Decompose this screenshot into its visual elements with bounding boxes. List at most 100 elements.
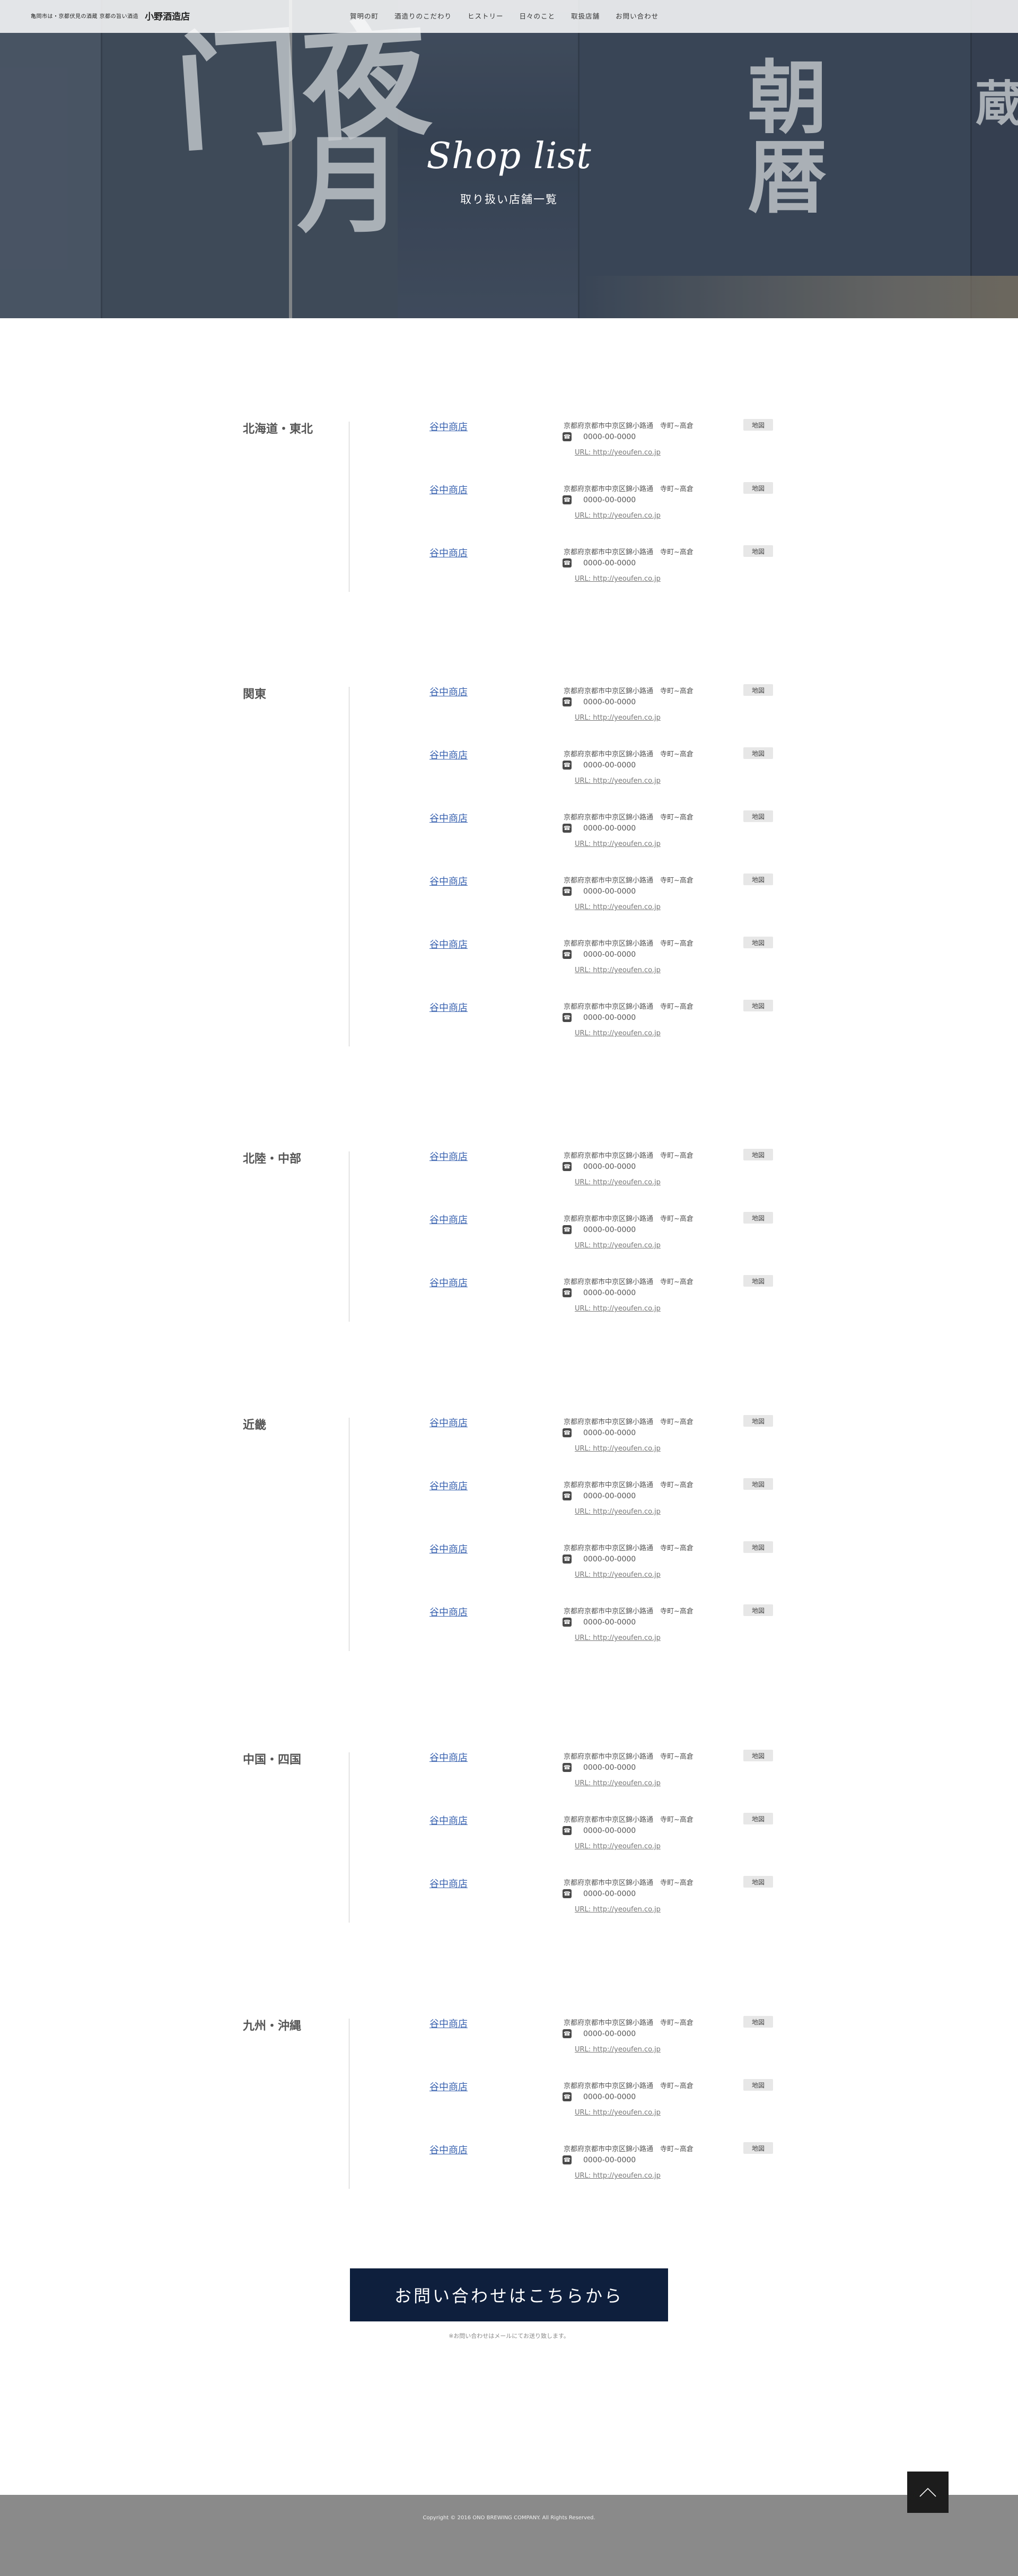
shop-item: 谷中商店 京都府京都市中京区錦小路通 寺町~高倉 地図 ☎ 0000-00-0000 UR… — [0, 2016, 1018, 2069]
page-top-button[interactable] — [907, 2472, 949, 2513]
shop-url-link[interactable]: URL: http://yeoufen.co.jp — [575, 1508, 661, 1516]
shop-name-link[interactable]: 谷中商店 — [429, 1479, 468, 1492]
phone-icon: ☎ — [563, 887, 572, 896]
shop-name-link[interactable]: 谷中商店 — [429, 1813, 468, 1827]
hero-banner: 门夜 月 朝暦 蔵 Shop list 取り扱い店舗一覧 — [0, 0, 1018, 318]
shop-url-link[interactable]: URL: http://yeoufen.co.jp — [575, 1634, 661, 1642]
brand-logo[interactable]: 亀岡市は・京都伏見の酒蔵 京都の旨い酒造 小野酒造店 — [31, 9, 190, 22]
shop-name-link[interactable]: 谷中商店 — [429, 937, 468, 951]
shop-name-link[interactable]: 谷中商店 — [429, 546, 468, 560]
shop-address: 京都府京都市中京区錦小路通 寺町~高倉 — [564, 1418, 694, 1426]
map-button[interactable]: 地図 — [743, 2016, 773, 2028]
shop-url-link[interactable]: URL: http://yeoufen.co.jp — [575, 777, 661, 785]
shop-item: 谷中商店 京都府京都市中京区錦小路通 寺町~高倉 地図 ☎ 0000-00-0000 UR… — [0, 810, 1018, 864]
shop-tel: 0000-00-0000 — [583, 824, 636, 833]
shop-name-link[interactable]: 谷中商店 — [429, 1542, 468, 1556]
map-button[interactable]: 地図 — [743, 1750, 773, 1761]
shop-url-link[interactable]: URL: http://yeoufen.co.jp — [575, 575, 661, 583]
shop-name-link[interactable]: 谷中商店 — [429, 1212, 468, 1226]
shop-name-link[interactable]: 谷中商店 — [429, 874, 468, 888]
nav-item-history[interactable]: ヒストリー — [468, 11, 504, 21]
shop-name-link[interactable]: 谷中商店 — [429, 1276, 468, 1289]
nav-item-town[interactable]: 賀明の町 — [350, 11, 379, 21]
shop-url-link[interactable]: URL: http://yeoufen.co.jp — [575, 903, 661, 911]
shop-address: 京都府京都市中京区錦小路通 寺町~高倉 — [564, 877, 694, 885]
shop-name-link[interactable]: 谷中商店 — [429, 2080, 468, 2093]
shop-name-link[interactable]: 谷中商店 — [429, 2143, 468, 2156]
map-button[interactable]: 地図 — [743, 545, 773, 557]
shop-tel: 0000-00-0000 — [583, 887, 636, 896]
global-nav: 賀明の町 酒造りのこだわり ヒストリー 日々のこと 取扱店舗 お問い合わせ — [350, 11, 674, 21]
map-button[interactable]: 地図 — [743, 1212, 773, 1224]
shop-name-link[interactable]: 谷中商店 — [429, 1149, 468, 1163]
shop-item: 谷中商店 京都府京都市中京区錦小路通 寺町~高倉 地図 ☎ 0000-00-0000 UR… — [0, 1149, 1018, 1202]
map-button[interactable]: 地図 — [743, 2079, 773, 2091]
shop-address: 京都府京都市中京区錦小路通 寺町~高倉 — [564, 2082, 694, 2090]
shop-url-link[interactable]: URL: http://yeoufen.co.jp — [575, 2109, 661, 2117]
shop-url-link[interactable]: URL: http://yeoufen.co.jp — [575, 2172, 661, 2180]
shop-name-link[interactable]: 谷中商店 — [429, 748, 468, 762]
map-button[interactable]: 地図 — [743, 2142, 773, 2154]
shop-item: 谷中商店 京都府京都市中京区錦小路通 寺町~高倉 地図 ☎ 0000-00-0000 UR… — [0, 419, 1018, 473]
map-button[interactable]: 地図 — [743, 1000, 773, 1011]
phone-icon: ☎ — [563, 1763, 572, 1772]
shop-address: 京都府京都市中京区錦小路通 寺町~高倉 — [564, 1481, 694, 1489]
shop-address: 京都府京都市中京区錦小路通 寺町~高倉 — [564, 548, 694, 556]
map-button[interactable]: 地図 — [743, 684, 773, 696]
map-button[interactable]: 地図 — [743, 1541, 773, 1553]
shop-url-link[interactable]: URL: http://yeoufen.co.jp — [575, 1779, 661, 1787]
shop-item: 谷中商店 京都府京都市中京区錦小路通 寺町~高倉 地図 ☎ 0000-00-0000 UR… — [0, 1415, 1018, 1469]
map-button[interactable]: 地図 — [743, 937, 773, 948]
nav-item-daily[interactable]: 日々のこと — [520, 11, 556, 21]
shop-url-link[interactable]: URL: http://yeoufen.co.jp — [575, 1242, 661, 1250]
shop-item: 谷中商店 京都府京都市中京区錦小路通 寺町~高倉 地図 ☎ 0000-00-0000 UR… — [0, 2079, 1018, 2133]
map-button[interactable]: 地図 — [743, 1478, 773, 1490]
nav-item-shops[interactable]: 取扱店舗 — [571, 11, 600, 21]
nav-item-brewing[interactable]: 酒造りのこだわり — [394, 11, 452, 21]
shop-name-link[interactable]: 谷中商店 — [429, 483, 468, 496]
shop-name-link[interactable]: 谷中商店 — [429, 1750, 468, 1764]
shop-url-link[interactable]: URL: http://yeoufen.co.jp — [575, 1445, 661, 1453]
shop-url-link[interactable]: URL: http://yeoufen.co.jp — [575, 1178, 661, 1186]
shop-url-link[interactable]: URL: http://yeoufen.co.jp — [575, 512, 661, 520]
map-button[interactable]: 地図 — [743, 482, 773, 494]
phone-icon: ☎ — [563, 1162, 572, 1171]
shop-name-link[interactable]: 谷中商店 — [429, 2016, 468, 2030]
brand-tagline: 亀岡市は・京都伏見の酒蔵 京都の旨い酒造 — [31, 14, 139, 20]
map-button[interactable]: 地図 — [743, 747, 773, 759]
shop-name-link[interactable]: 谷中商店 — [429, 1876, 468, 1890]
nav-item-contact[interactable]: お問い合わせ — [616, 11, 659, 21]
map-button[interactable]: 地図 — [743, 810, 773, 822]
shop-name-link[interactable]: 谷中商店 — [429, 811, 468, 825]
phone-icon: ☎ — [563, 1225, 572, 1234]
shop-url-link[interactable]: URL: http://yeoufen.co.jp — [575, 840, 661, 848]
contact-button[interactable]: お問い合わせはこちらから — [350, 2268, 668, 2321]
map-button[interactable]: 地図 — [743, 1813, 773, 1824]
shop-name-link[interactable]: 谷中商店 — [429, 1605, 468, 1619]
shop-url-link[interactable]: URL: http://yeoufen.co.jp — [575, 966, 661, 974]
shop-url-link[interactable]: URL: http://yeoufen.co.jp — [575, 1029, 661, 1037]
shop-url-link[interactable]: URL: http://yeoufen.co.jp — [575, 2046, 661, 2054]
shop-url-link[interactable]: URL: http://yeoufen.co.jp — [575, 1305, 661, 1313]
shop-item: 谷中商店 京都府京都市中京区錦小路通 寺町~高倉 地図 ☎ 0000-00-0000 UR… — [0, 937, 1018, 990]
shop-name-link[interactable]: 谷中商店 — [429, 1000, 468, 1014]
map-button[interactable]: 地図 — [743, 1149, 773, 1160]
map-button[interactable]: 地図 — [743, 1275, 773, 1287]
shop-url-link[interactable]: URL: http://yeoufen.co.jp — [575, 1906, 661, 1914]
shop-tel: 0000-00-0000 — [583, 1890, 636, 1898]
shop-name-link[interactable]: 谷中商店 — [429, 1416, 468, 1429]
map-button[interactable]: 地図 — [743, 419, 773, 431]
shop-url-link[interactable]: URL: http://yeoufen.co.jp — [575, 1843, 661, 1850]
shop-url-link[interactable]: URL: http://yeoufen.co.jp — [575, 714, 661, 722]
map-button[interactable]: 地図 — [743, 1604, 773, 1616]
shop-name-link[interactable]: 谷中商店 — [429, 420, 468, 433]
shop-url-link[interactable]: URL: http://yeoufen.co.jp — [575, 449, 661, 457]
map-button[interactable]: 地図 — [743, 1415, 773, 1427]
phone-icon: ☎ — [563, 1618, 572, 1627]
shop-item: 谷中商店 京都府京都市中京区錦小路通 寺町~高倉 地図 ☎ 0000-00-0000 UR… — [0, 747, 1018, 801]
shop-url-link[interactable]: URL: http://yeoufen.co.jp — [575, 1571, 661, 1579]
page-subtitle: 取り扱い店舗一覧 — [460, 193, 558, 206]
map-button[interactable]: 地図 — [743, 874, 773, 885]
map-button[interactable]: 地図 — [743, 1876, 773, 1888]
shop-name-link[interactable]: 谷中商店 — [429, 685, 468, 698]
